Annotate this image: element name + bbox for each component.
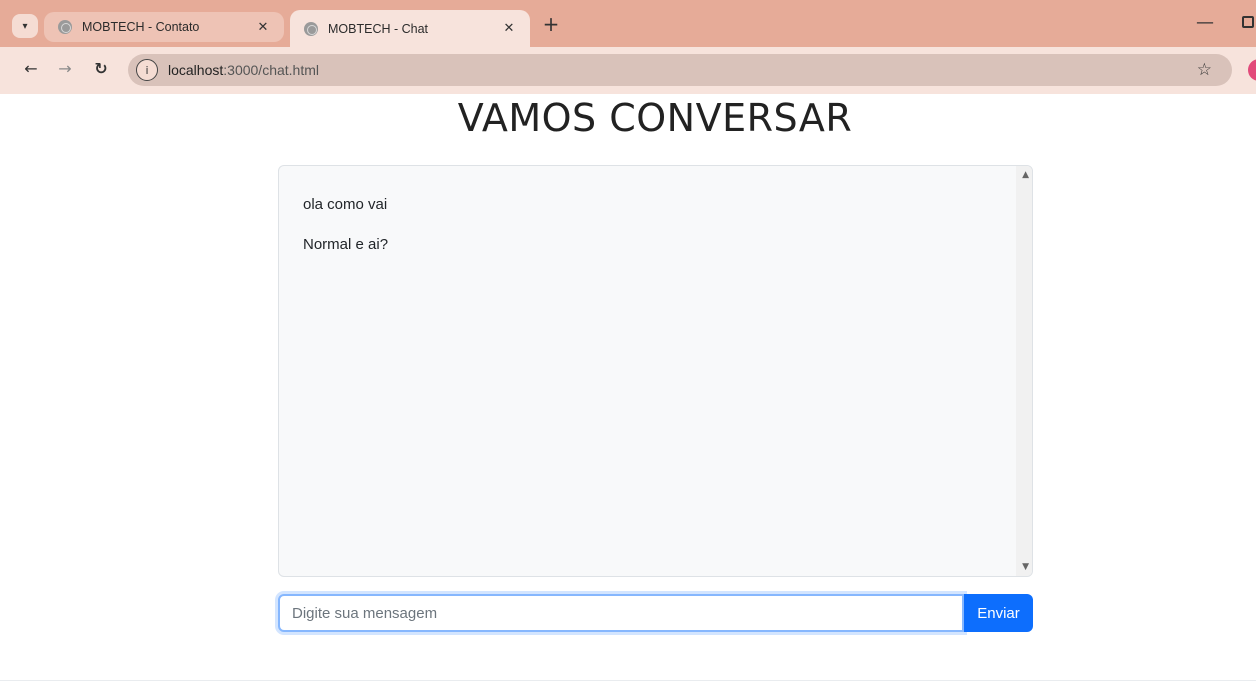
minimize-icon[interactable]: — — [1196, 12, 1214, 33]
message-input[interactable] — [278, 594, 964, 632]
divider — [0, 680, 1256, 681]
scrollbar[interactable]: ▲ ▼ — [1016, 166, 1032, 576]
info-icon[interactable]: i — [136, 59, 158, 81]
address-bar[interactable]: i localhost:3000/chat.html ☆ — [128, 54, 1232, 86]
reload-icon[interactable]: ↻ — [90, 59, 112, 78]
close-icon[interactable]: ✕ — [252, 20, 274, 35]
chevron-down-icon: ▾ — [22, 20, 28, 32]
tab-contato[interactable]: MOBTECH - Contato ✕ — [44, 12, 284, 42]
send-button[interactable]: Enviar — [964, 594, 1033, 632]
scroll-down-icon[interactable]: ▼ — [1022, 562, 1029, 572]
tab-title: MOBTECH - Contato — [82, 20, 200, 34]
globe-icon — [58, 20, 72, 34]
browser-toolbar: ← → ↻ i localhost:3000/chat.html ☆ — [0, 47, 1256, 94]
tab-title: MOBTECH - Chat — [328, 21, 429, 36]
url-host: localhost — [168, 62, 224, 78]
tab-chat[interactable]: MOBTECH - Chat ✕ — [290, 10, 530, 47]
chat-message: Normal e ai? — [303, 236, 389, 253]
globe-icon — [304, 21, 318, 36]
chat-messages-panel: ola como vai Normal e ai? ▲ ▼ — [278, 165, 1033, 577]
chat-message: ola como vai — [303, 196, 388, 213]
tab-search-button[interactable]: ▾ — [12, 14, 38, 38]
new-tab-button[interactable]: + — [540, 14, 562, 36]
scroll-up-icon[interactable]: ▲ — [1022, 170, 1029, 180]
tab-strip: ▾ MOBTECH - Contato ✕ MOBTECH - Chat ✕ +… — [0, 0, 1256, 47]
close-icon[interactable]: ✕ — [498, 21, 520, 36]
message-list: ola como vai Normal e ai? — [279, 166, 1032, 306]
url-text[interactable]: localhost:3000/chat.html — [168, 62, 319, 78]
avatar[interactable] — [1248, 59, 1256, 81]
page-title: VAMOS CONVERSAR — [457, 96, 853, 140]
restore-icon[interactable] — [1242, 16, 1254, 28]
star-icon[interactable]: ☆ — [1197, 60, 1212, 80]
forward-arrow-icon[interactable]: → — [54, 59, 76, 78]
message-form: Enviar — [278, 594, 1033, 632]
url-path: :3000/chat.html — [223, 62, 319, 78]
back-arrow-icon[interactable]: ← — [20, 59, 42, 78]
